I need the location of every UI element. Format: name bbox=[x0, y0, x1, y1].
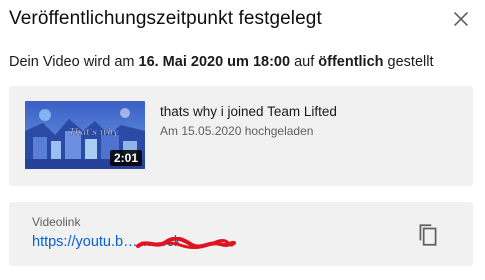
duration-badge: 2:01 bbox=[109, 150, 142, 166]
visibility-value: öffentlich bbox=[318, 54, 384, 70]
scheduled-datetime: 16. Mai 2020 um 18:00 bbox=[138, 54, 291, 70]
upload-date: Am 15.05.2020 hochgeladen bbox=[160, 124, 314, 138]
video-thumbnail[interactable]: That's why 2:01 bbox=[25, 101, 145, 169]
video-link-card: Videolink https://youtu.b………ck bbox=[9, 202, 473, 266]
message-middle: auf bbox=[290, 54, 319, 70]
dialog-title: Veröffentlichungszeitpunkt festgelegt bbox=[9, 8, 322, 29]
close-icon bbox=[453, 11, 469, 27]
video-link-label: Videolink bbox=[32, 215, 81, 229]
video-card: That's why 2:01 thats why i joined Team … bbox=[9, 86, 473, 186]
message-prefix: Dein Video wird am bbox=[9, 54, 139, 70]
close-button[interactable] bbox=[450, 8, 472, 30]
video-title: thats why i joined Team Lifted bbox=[160, 104, 337, 119]
video-link-url[interactable]: https://youtu.b………ck bbox=[32, 234, 181, 250]
thumbnail-text: That's why bbox=[69, 128, 119, 138]
copy-link-button[interactable] bbox=[415, 222, 441, 248]
schedule-message: Dein Video wird am 16. Mai 2020 um 18:00… bbox=[9, 54, 434, 70]
copy-icon bbox=[419, 224, 437, 246]
message-suffix: gestellt bbox=[383, 54, 434, 70]
publish-scheduled-dialog: Veröffentlichungszeitpunkt festgelegt De… bbox=[0, 0, 485, 280]
